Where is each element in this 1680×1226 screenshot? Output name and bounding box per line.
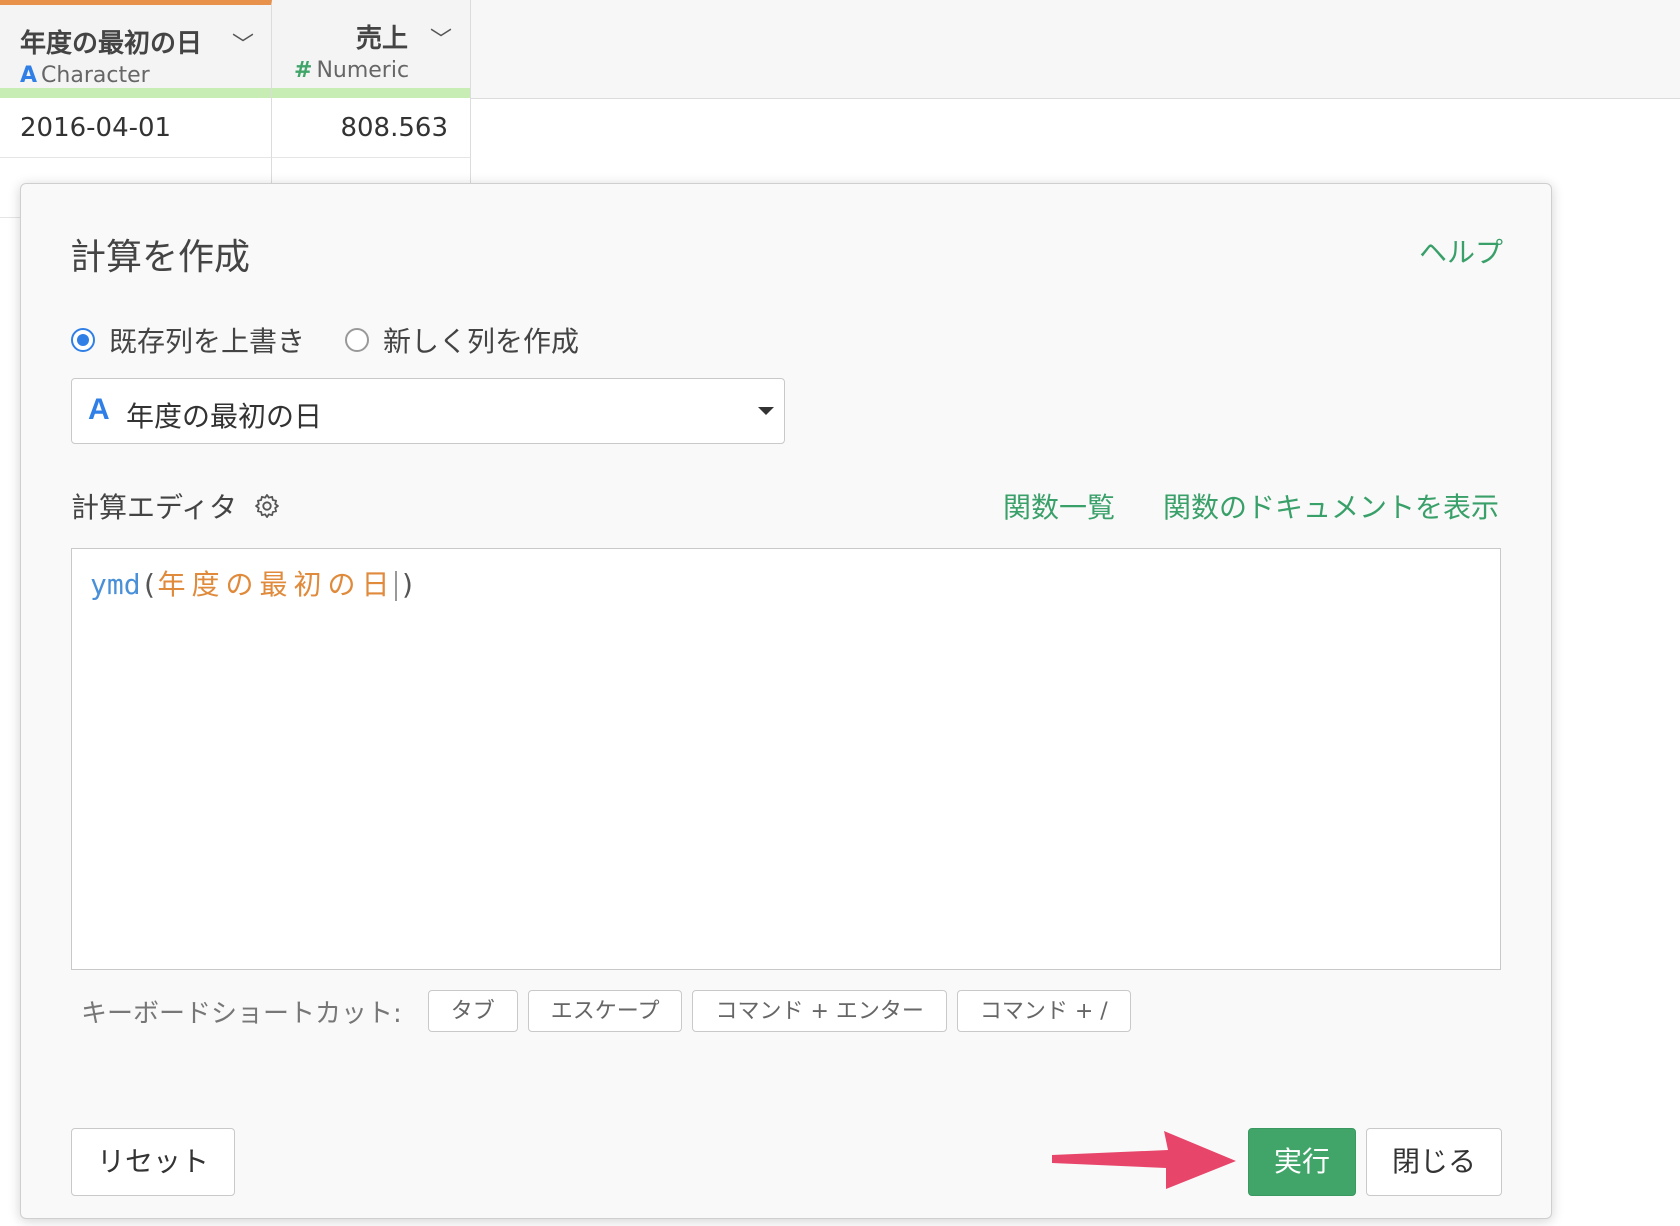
caret-down-icon (758, 407, 774, 415)
dialog-title: 計算を作成 (70, 237, 251, 278)
code-argument: 年度の最初の日 (157, 568, 396, 601)
text-cursor (395, 571, 398, 601)
column-name: 年度の最初の日 (20, 29, 203, 59)
gear-icon[interactable] (253, 492, 281, 520)
column-header-sales[interactable]: 売上 ﹀ # Numeric (272, 0, 471, 98)
code-paren-open: ( (140, 568, 158, 601)
shortcut-key-cmd-slash[interactable]: コマンド + / (956, 990, 1131, 1032)
character-type-icon: A (20, 63, 38, 88)
code-function: ymd (90, 568, 141, 601)
function-docs-link[interactable]: 関数のドキュメントを表示 (1163, 486, 1499, 526)
code-line[interactable]: ymd(年度の最初の日) (90, 563, 416, 603)
radio-create-new-column[interactable]: 新しく列を作成 (345, 320, 579, 360)
character-type-icon: A (88, 393, 110, 426)
editor-label: 計算エディタ (71, 491, 238, 524)
radio-overwrite-column[interactable]: 既存列を上書き (71, 320, 305, 360)
numeric-type-icon: # (294, 58, 313, 83)
function-list-link[interactable]: 関数一覧 (1003, 486, 1115, 526)
radio-unselected-icon[interactable] (345, 328, 370, 352)
shortcut-key-cmd-enter[interactable]: コマンド + エンター (692, 990, 947, 1032)
column-select[interactable]: A 年度の最初の日 (71, 378, 785, 444)
annotation-arrow-icon (1052, 1131, 1236, 1189)
column-type: A Character (20, 63, 150, 88)
column-select-value: 年度の最初の日 (126, 400, 323, 433)
run-button[interactable]: 実行 (1248, 1128, 1356, 1196)
help-link[interactable]: ヘルプ (1419, 231, 1503, 271)
column-quality-bar (0, 88, 271, 98)
shortcuts-label: キーボードショートカット: (81, 998, 402, 1029)
column-header-date[interactable]: 年度の最初の日 ﹀ A Character (0, 0, 272, 98)
calculation-editor[interactable]: ymd(年度の最初の日) (71, 548, 1501, 970)
chevron-down-icon[interactable]: ﹀ (232, 27, 254, 59)
chevron-down-icon[interactable]: ﹀ (430, 22, 452, 54)
column-quality-bar (272, 88, 470, 98)
shortcut-key-escape[interactable]: エスケープ (527, 990, 683, 1032)
editor-label-row: 計算エディタ (71, 486, 281, 526)
radio-selected-icon[interactable] (71, 328, 95, 352)
close-button[interactable]: 閉じる (1366, 1128, 1502, 1196)
shortcut-key-tab[interactable]: タブ (427, 990, 518, 1032)
radio-label: 新しく列を作成 (383, 325, 580, 358)
create-calculation-dialog: 計算を作成 ヘルプ 既存列を上書き 新しく列を作成 A 年度の最初の日 計算エデ… (20, 183, 1552, 1219)
column-type: # Numeric (294, 58, 410, 83)
column-name: 売上 (356, 24, 409, 54)
radio-label: 既存列を上書き (109, 325, 306, 358)
table-cell-date[interactable]: 2016-04-01 (0, 98, 272, 158)
column-mode-radio-group: 既存列を上書き 新しく列を作成 (71, 320, 619, 360)
table-cell-sales[interactable]: 808.563 (272, 98, 471, 158)
grid-header-empty (471, 0, 1680, 99)
reset-button[interactable]: リセット (71, 1128, 235, 1196)
keyboard-shortcuts: キーボードショートカット: タブ エスケープ コマンド + エンター コマンド … (81, 990, 1141, 1032)
code-paren-close: ) (399, 568, 417, 601)
